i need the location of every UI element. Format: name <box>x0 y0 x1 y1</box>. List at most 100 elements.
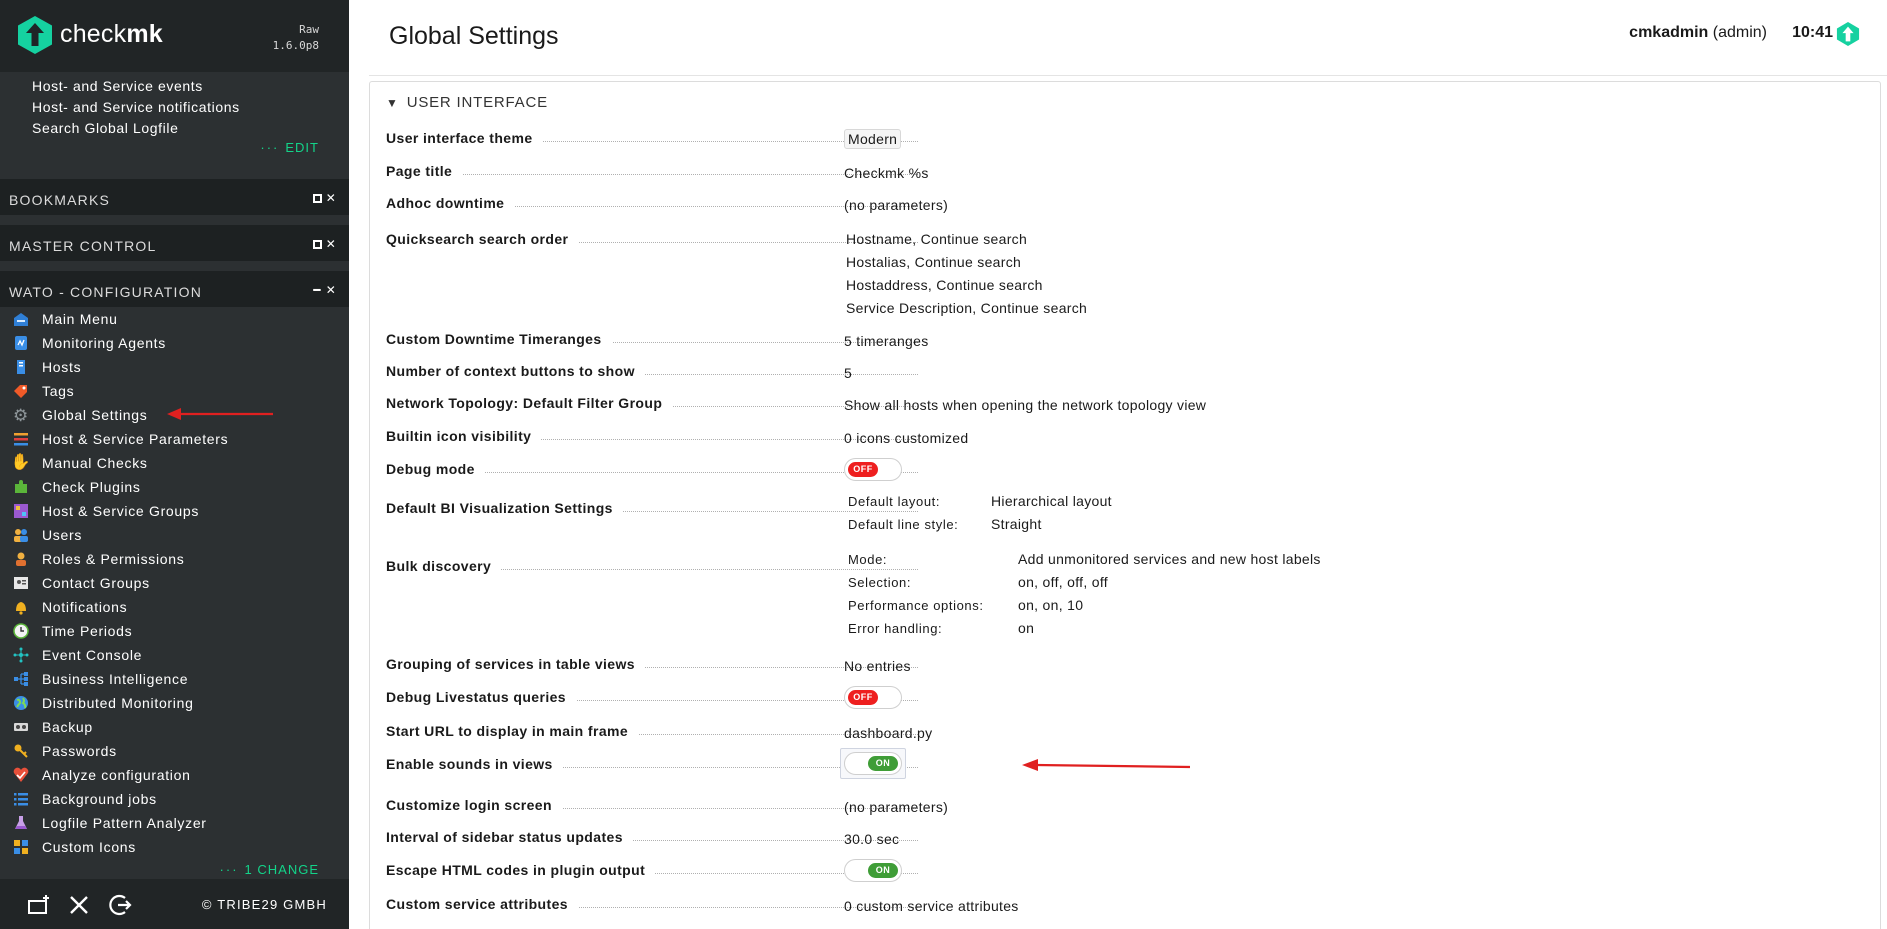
globe-icon <box>12 694 30 712</box>
key-icon <box>12 742 30 760</box>
setting-value: Hostname, Continue search Hostalias, Con… <box>846 231 1088 316</box>
escape-html-toggle[interactable]: ON <box>844 859 902 882</box>
setting-label[interactable]: Page title <box>386 163 918 179</box>
wato-item-distributed-monitoring[interactable]: Distributed Monitoring <box>12 691 228 715</box>
contact-groups-icon <box>12 574 30 592</box>
wato-item-logfile-pattern-analyzer[interactable]: Logfile Pattern Analyzer <box>12 811 228 835</box>
sidebar-link-events[interactable]: Host- and Service events <box>32 76 240 97</box>
wato-item-roles-permissions[interactable]: Roles & Permissions <box>12 547 228 571</box>
close-icon[interactable]: ✕ <box>326 191 337 205</box>
section-header-user-interface[interactable]: ▼ USER INTERFACE <box>386 94 548 111</box>
users-icon <box>12 526 30 544</box>
pending-changes-button[interactable]: ··· 1 CHANGE <box>220 862 319 877</box>
setting-value: Show all hosts when opening the network … <box>844 397 1207 413</box>
wato-item-analyze-configuration[interactable]: Analyze configuration <box>12 763 228 787</box>
sidebar-view-links: Host- and Service events Host- and Servi… <box>32 76 240 139</box>
wato-item-hosts[interactable]: Hosts <box>12 355 228 379</box>
setting-label[interactable]: Custom Downtime Timeranges <box>386 331 918 347</box>
toggle-state: OFF <box>848 462 878 477</box>
setting-label[interactable]: Enable sounds in views <box>386 756 918 772</box>
close-icon[interactable]: ✕ <box>326 237 337 251</box>
setting-label[interactable]: Grouping of services in table views <box>386 656 918 672</box>
version-label: 1.6.0p8 <box>272 39 319 52</box>
wato-item-manual-checks[interactable]: ✋ Manual Checks <box>10 451 228 475</box>
wato-item-background-jobs[interactable]: Background jobs <box>12 787 228 811</box>
settings-button[interactable] <box>64 890 94 920</box>
wato-item-backup[interactable]: Backup <box>12 715 228 739</box>
setting-value: 0 custom service attributes <box>844 898 1019 914</box>
snapin-master-control-header[interactable]: MASTER CONTROL ✕ <box>0 225 349 261</box>
checkmk-status-icon[interactable] <box>1836 22 1860 46</box>
wato-item-tags[interactable]: Tags <box>12 379 228 403</box>
agents-icon <box>12 334 30 352</box>
wato-item-notifications[interactable]: Notifications <box>12 595 228 619</box>
sidebar-footer: © TRIBE29 GMBH <box>0 879 349 929</box>
edit-views-button[interactable]: ··· EDIT <box>260 140 319 155</box>
wato-item-host-service-parameters[interactable]: Host & Service Parameters <box>12 427 228 451</box>
snapin-wato-header[interactable]: WATO - CONFIGURATION ━ ✕ <box>0 271 349 307</box>
sidebar: checkmk Raw 1.6.0p8 Host- and Service ev… <box>0 0 349 929</box>
setting-label[interactable]: Escape HTML codes in plugin output <box>386 862 918 878</box>
enable-sounds-toggle[interactable]: ON <box>840 748 906 782</box>
wato-item-monitoring-agents[interactable]: Monitoring Agents <box>12 331 228 355</box>
setting-label[interactable]: User interface theme <box>386 130 918 146</box>
close-icon[interactable]: ✕ <box>326 283 337 297</box>
event-console-icon <box>12 646 30 664</box>
background-jobs-icon <box>12 790 30 808</box>
debug-mode-toggle[interactable]: OFF <box>844 458 902 481</box>
setting-value: dashboard.py <box>844 725 933 741</box>
maximize-icon[interactable] <box>312 194 322 203</box>
wato-item-main-menu[interactable]: Main Menu <box>12 307 228 331</box>
minimize-icon[interactable]: ━ <box>313 283 321 297</box>
analyze-icon <box>12 766 30 784</box>
wato-item-event-console[interactable]: Event Console <box>12 643 228 667</box>
header-divider <box>369 75 1887 76</box>
wato-item-users[interactable]: Users <box>12 523 228 547</box>
setting-label[interactable]: Debug Livestatus queries <box>386 689 918 705</box>
collapse-triangle-icon: ▼ <box>386 96 399 110</box>
custom-icons-icon <box>12 838 30 856</box>
brand-name: checkmk <box>60 20 163 48</box>
setting-value: (no parameters) <box>844 197 949 213</box>
user-info[interactable]: cmkadmin (admin) <box>1629 24 1767 42</box>
edition-label: Raw <box>299 23 319 36</box>
wato-item-contact-groups[interactable]: Contact Groups <box>12 571 228 595</box>
setting-label[interactable]: Number of context buttons to show <box>386 363 918 379</box>
debug-livestatus-toggle[interactable]: OFF <box>844 686 902 709</box>
sidebar-link-logfile[interactable]: Search Global Logfile <box>32 118 240 139</box>
setting-value: (no parameters) <box>844 799 949 815</box>
setting-value: 0 icons customized <box>844 430 969 446</box>
setting-label[interactable]: Builtin icon visibility <box>386 428 918 444</box>
setting-value: No entries <box>844 658 911 674</box>
setting-label[interactable]: Quicksearch search order <box>386 231 918 247</box>
add-snapin-icon <box>28 895 49 914</box>
wato-item-time-periods[interactable]: Time Periods <box>12 619 228 643</box>
setting-label[interactable]: Customize login screen <box>386 797 918 813</box>
maximize-icon[interactable] <box>312 240 322 249</box>
setting-label[interactable]: Debug mode <box>386 461 918 477</box>
snapin-bookmarks-header[interactable]: BOOKMARKS ✕ <box>0 179 349 215</box>
setting-label[interactable]: Interval of sidebar status updates <box>386 829 918 845</box>
wato-item-check-plugins[interactable]: Check Plugins <box>12 475 228 499</box>
logout-button[interactable] <box>106 890 136 920</box>
setting-label[interactable]: Adhoc downtime <box>386 195 918 211</box>
checkmk-logo-icon[interactable] <box>18 16 52 54</box>
setting-label[interactable]: Bulk discovery <box>386 558 918 574</box>
setting-value: 30.0 sec <box>844 831 900 847</box>
setting-label[interactable]: Default BI Visualization Settings <box>386 500 918 516</box>
sidebar-link-notifications[interactable]: Host- and Service notifications <box>32 97 240 118</box>
tags-icon <box>12 382 30 400</box>
setting-label[interactable]: Start URL to display in main frame <box>386 723 918 739</box>
manual-checks-icon: ✋ <box>10 454 32 471</box>
tools-icon <box>70 896 88 914</box>
wato-item-custom-icons[interactable]: Custom Icons <box>12 835 228 859</box>
wato-item-business-intelligence[interactable]: Business Intelligence <box>12 667 228 691</box>
annotation-arrow-sounds <box>1022 759 1191 771</box>
wato-item-host-service-groups[interactable]: Host & Service Groups <box>12 499 228 523</box>
setting-label[interactable]: Network Topology: Default Filter Group <box>386 395 918 411</box>
setting-label[interactable]: Custom service attributes <box>386 896 918 912</box>
flask-icon <box>12 814 30 832</box>
settings-panel: ▼ USER INTERFACE User interface theme Mod… <box>369 81 1881 929</box>
add-snapin-button[interactable] <box>24 890 54 920</box>
wato-item-passwords[interactable]: Passwords <box>12 739 228 763</box>
